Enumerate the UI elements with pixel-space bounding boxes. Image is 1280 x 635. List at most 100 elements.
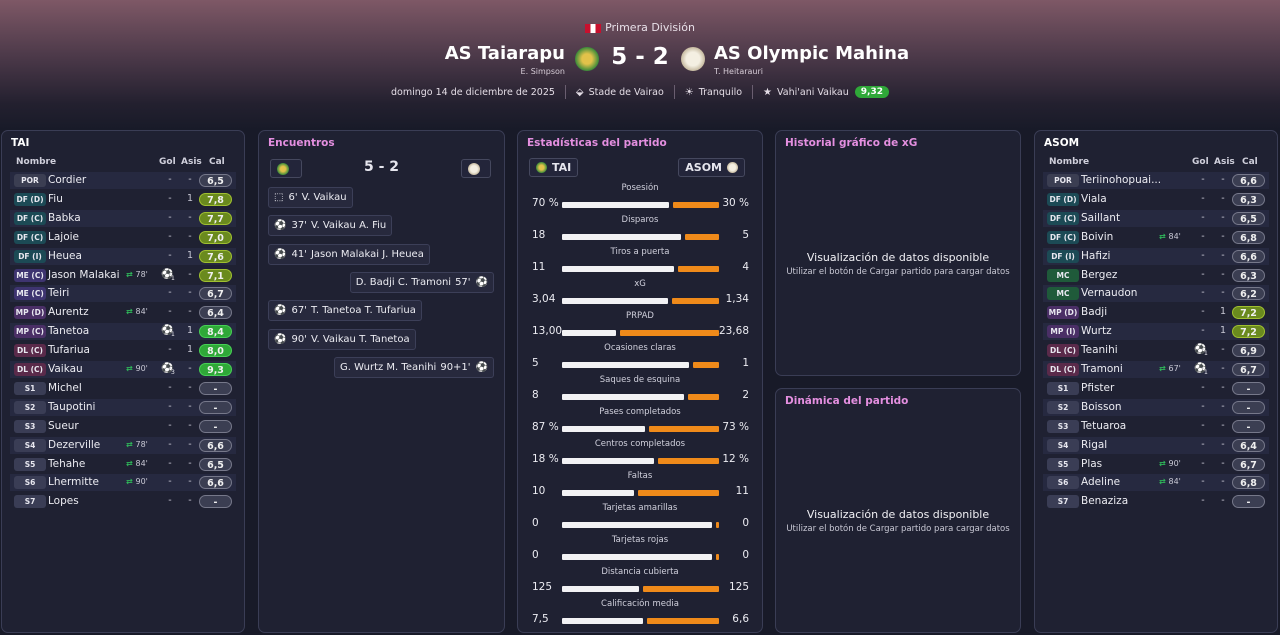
- col-name[interactable]: Nombre: [1049, 157, 1089, 167]
- event-item[interactable]: ⬚ 6' V. Vaikau: [268, 187, 353, 208]
- player-name[interactable]: Rigal: [1081, 439, 1107, 451]
- player-row[interactable]: S2 Boisson - - -: [1043, 398, 1269, 416]
- col-assists[interactable]: Asis: [1214, 157, 1235, 167]
- player-row[interactable]: MP (C) Tanetoa ⚽ 1-1 8,4: [10, 323, 236, 341]
- player-row[interactable]: DL (C) Tufariua - 1 8,0: [10, 342, 236, 359]
- col-rating[interactable]: Cal: [209, 157, 225, 167]
- player-name[interactable]: Fiu: [48, 193, 63, 205]
- player-row[interactable]: DL (C) Vaikau ⇄ 90' ⚽ 3- -9,3: [10, 361, 236, 378]
- player-row[interactable]: DL (C) Tramoni ⇄ 67' ⚽ 1- -6,7: [1043, 361, 1269, 378]
- home-team-name[interactable]: AS Taiarapu: [445, 43, 565, 64]
- player-name[interactable]: Benaziza: [1081, 495, 1128, 507]
- player-name[interactable]: Taupotini: [48, 401, 95, 413]
- player-row[interactable]: S4 Rigal - -6,4: [1043, 436, 1269, 454]
- player-name[interactable]: Hafizi: [1081, 250, 1110, 262]
- player-name[interactable]: Tufariua: [48, 344, 90, 356]
- player-name[interactable]: Boivin: [1081, 231, 1113, 243]
- player-assists: -: [188, 268, 192, 280]
- col-goals[interactable]: Gol: [159, 157, 176, 167]
- player-row[interactable]: MP (I) Wurtz - 1 7,2: [1043, 323, 1269, 341]
- player-row[interactable]: S7 Benaziza - - -: [1043, 493, 1269, 510]
- player-name[interactable]: Sueur: [48, 420, 79, 432]
- player-name[interactable]: Tanetoa: [48, 325, 89, 337]
- player-row[interactable]: DF (I) Hafizi - -6,6: [1043, 247, 1269, 265]
- home-manager[interactable]: E. Simpson: [521, 67, 565, 76]
- col-assists[interactable]: Asis: [181, 157, 202, 167]
- player-name[interactable]: Dezerville: [48, 439, 100, 451]
- player-name[interactable]: Saillant: [1081, 212, 1120, 224]
- player-row[interactable]: DF (I) Heuea - 1 7,6: [10, 247, 236, 265]
- col-goals[interactable]: Gol: [1192, 157, 1209, 167]
- player-name[interactable]: Tetuaroa: [1081, 420, 1126, 432]
- player-row[interactable]: S3 Sueur - - -: [10, 418, 236, 435]
- player-row[interactable]: S6 Adeline ⇄ 84' - -6,8: [1043, 474, 1269, 492]
- player-row[interactable]: S4 Dezerville ⇄ 78' - -6,6: [10, 436, 236, 454]
- player-row[interactable]: MC Bergez - -6,3: [1043, 267, 1269, 284]
- event-item[interactable]: ⚽ 41' Jason Malakai J. Heuea: [268, 243, 430, 265]
- player-name[interactable]: Boisson: [1081, 401, 1122, 413]
- player-name[interactable]: Aurentz: [48, 306, 89, 318]
- player-name[interactable]: Viala: [1081, 193, 1107, 205]
- player-row[interactable]: DF (D) Viala - -6,3: [1043, 191, 1269, 208]
- away-manager[interactable]: T. Heitarauri: [714, 67, 763, 76]
- competition[interactable]: Primera División: [0, 21, 1280, 34]
- player-row[interactable]: POR Cordier - -6,5: [10, 172, 236, 189]
- away-crest-icon[interactable]: [681, 47, 705, 71]
- competition-name: Primera División: [605, 21, 695, 34]
- player-name[interactable]: Vaikau: [48, 363, 83, 375]
- player-name[interactable]: Adeline: [1081, 476, 1120, 488]
- player-name[interactable]: Lhermitte: [48, 476, 99, 488]
- stadium[interactable]: Stade de Vairao: [589, 87, 664, 98]
- player-name[interactable]: Lopes: [48, 495, 79, 507]
- player-row[interactable]: S5 Plas ⇄ 90' - -6,7: [1043, 456, 1269, 473]
- player-row[interactable]: S1 Pfister - - -: [1043, 380, 1269, 397]
- away-team-name[interactable]: AS Olympic Mahina: [714, 43, 909, 64]
- player-name[interactable]: Michel: [48, 382, 82, 394]
- player-row[interactable]: DF (C) Lajoie - -7,0: [10, 229, 236, 246]
- col-rating[interactable]: Cal: [1242, 157, 1258, 167]
- player-row[interactable]: MP (D) Aurentz ⇄ 84' - -6,4: [10, 304, 236, 321]
- player-name[interactable]: Teanihi: [1081, 344, 1118, 356]
- player-name[interactable]: Heuea: [48, 250, 82, 262]
- player-name[interactable]: Lajoie: [48, 231, 79, 243]
- player-row[interactable]: ME (C) Jason Malakai ⇄ 78' ⚽ 1- -7,1: [10, 267, 236, 284]
- player-name[interactable]: Badji: [1081, 306, 1107, 318]
- player-row[interactable]: DF (C) Babka - -7,7: [10, 209, 236, 227]
- player-name[interactable]: Jason Malakai: [48, 269, 120, 281]
- player-row[interactable]: DF (D) Fiu - 1 7,8: [10, 191, 236, 208]
- player-row[interactable]: DF (C) Saillant - -6,5: [1043, 209, 1269, 227]
- player-row[interactable]: S6 Lhermitte ⇄ 90' - -6,6: [10, 474, 236, 492]
- player-name[interactable]: Vernaudon: [1081, 287, 1137, 299]
- event-item[interactable]: ⚽ 90' V. Vaikau T. Tanetoa: [268, 328, 416, 350]
- player-name[interactable]: Pfister: [1081, 382, 1114, 394]
- event-item[interactable]: ⚽ 67' T. Tanetoa T. Tufariua: [268, 300, 422, 322]
- player-row[interactable]: ME (C) Teiri - -6,7: [10, 285, 236, 303]
- player-of-match[interactable]: Vahi'ani Vaikau: [777, 87, 849, 98]
- player-row[interactable]: MP (D) Badji - 1 7,2: [1043, 304, 1269, 321]
- player-rating: 7,2: [1232, 325, 1265, 339]
- player-name[interactable]: Plas: [1081, 458, 1102, 470]
- player-row[interactable]: S5 Tehahe ⇄ 84' - -6,5: [10, 456, 236, 473]
- event-item[interactable]: D. Badji C. Tramoni 57' ⚽: [349, 271, 494, 293]
- player-row[interactable]: MC Vernaudon - -6,2: [1043, 285, 1269, 303]
- stat-away-value: 0: [742, 517, 749, 529]
- event-item[interactable]: ⚽ 37' V. Vaikau A. Fiu: [268, 215, 393, 237]
- player-name[interactable]: Tramoni: [1081, 363, 1123, 375]
- player-row[interactable]: DL (C) Teanihi ⚽ 1- -6,9: [1043, 342, 1269, 359]
- player-name[interactable]: Teriinohopuai...: [1081, 174, 1161, 186]
- col-name[interactable]: Nombre: [16, 157, 56, 167]
- player-row[interactable]: POR Teriinohopuai... - -6,6: [1043, 172, 1269, 189]
- event-item[interactable]: G. Wurtz M. Teanihi 90+1' ⚽: [333, 356, 494, 378]
- player-row[interactable]: S7 Lopes - - -: [10, 493, 236, 510]
- player-row[interactable]: S2 Taupotini - - -: [10, 398, 236, 416]
- player-row[interactable]: S3 Tetuaroa - - -: [1043, 418, 1269, 435]
- player-name[interactable]: Bergez: [1081, 269, 1117, 281]
- player-name[interactable]: Tehahe: [48, 458, 85, 470]
- home-crest-icon[interactable]: [575, 47, 599, 71]
- player-row[interactable]: DF (C) Boivin ⇄ 84' - -6,8: [1043, 229, 1269, 246]
- player-row[interactable]: S1 Michel - - -: [10, 380, 236, 397]
- player-name[interactable]: Wurtz: [1081, 325, 1112, 337]
- player-name[interactable]: Cordier: [48, 174, 86, 186]
- player-name[interactable]: Babka: [48, 212, 81, 224]
- player-name[interactable]: Teiri: [48, 287, 69, 299]
